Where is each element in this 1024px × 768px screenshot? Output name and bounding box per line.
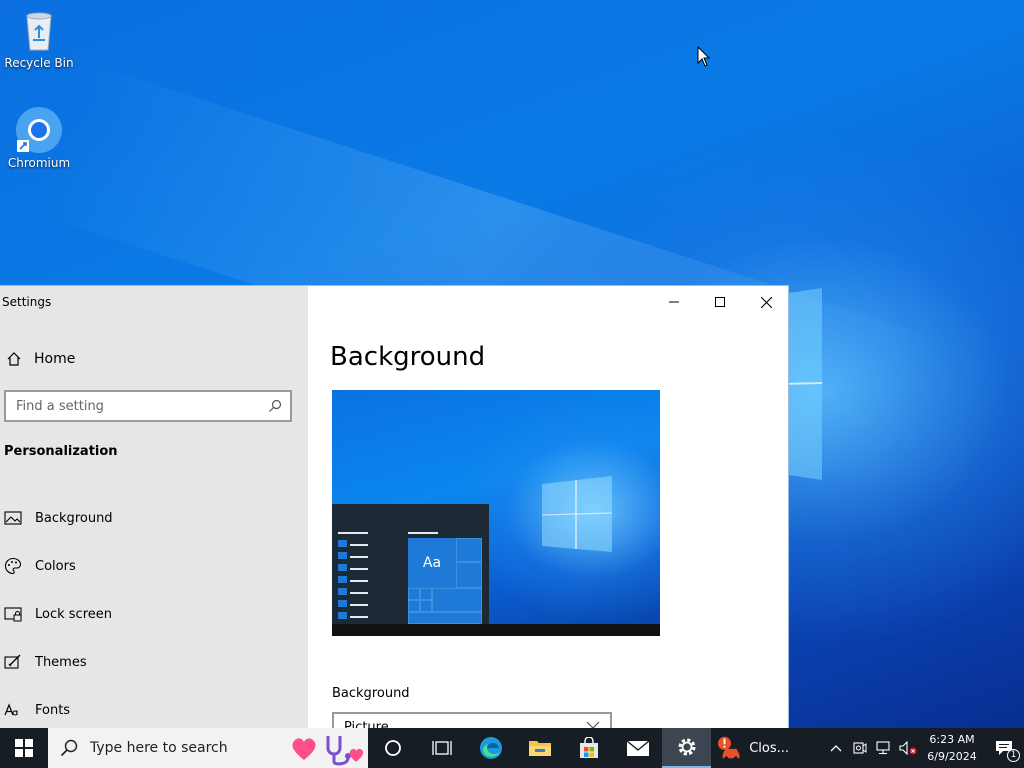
speaker-muted-icon	[899, 741, 917, 755]
maximize-icon	[715, 297, 725, 307]
task-view-icon	[431, 741, 452, 755]
taskbar-app-label: Clos...	[749, 740, 789, 756]
minimize-icon	[669, 301, 679, 303]
settings-sidebar: Settings Home Personalization Background	[0, 286, 308, 728]
mail-button[interactable]	[613, 728, 662, 768]
task-view-button[interactable]	[417, 728, 466, 768]
start-button[interactable]	[0, 728, 48, 768]
desktop-icon-label: Recycle Bin	[4, 56, 74, 70]
picture-icon	[3, 508, 23, 528]
cortana-button[interactable]	[368, 728, 417, 768]
background-preview: Aa	[332, 390, 660, 636]
search-icon	[60, 739, 78, 757]
preview-tile: Aa	[408, 538, 456, 588]
search-highlight-art-icon	[292, 736, 364, 766]
nav-item-fonts[interactable]: Fonts	[0, 686, 308, 728]
file-explorer-button[interactable]	[515, 728, 564, 768]
dropdown-value: Picture	[344, 720, 389, 728]
find-setting-input[interactable]	[16, 398, 256, 414]
cortana-circle-icon	[384, 740, 401, 756]
clock-time: 6:23 AM	[929, 733, 975, 746]
action-center-button[interactable]: 1	[984, 728, 1024, 768]
taskbar-clock[interactable]: 6:23 AM 6/9/2024	[920, 731, 984, 765]
nav-item-background[interactable]: Background	[0, 494, 308, 542]
system-tray: 6:23 AM 6/9/2024 1	[824, 728, 1024, 768]
camera-icon	[853, 742, 867, 754]
nav-item-label: Lock screen	[35, 606, 112, 622]
section-title: Personalization	[4, 444, 118, 459]
clock-date: 6/9/2024	[927, 750, 977, 763]
page-title: Background	[330, 342, 486, 372]
desktop-icon-label: Chromium	[7, 156, 71, 170]
recycle-bin-icon	[26, 12, 52, 51]
taskbar-search-placeholder: Type here to search	[90, 740, 228, 756]
nav-home-label: Home	[34, 351, 76, 367]
settings-taskbar-button[interactable]	[662, 728, 711, 768]
nav-item-lock-screen[interactable]: Lock screen	[0, 590, 308, 638]
store-button[interactable]	[564, 728, 613, 768]
settings-window: Settings Home Personalization Background	[0, 285, 789, 728]
windows-logo-preview	[542, 476, 613, 552]
windows-start-icon	[15, 739, 33, 757]
desktop-icon-recycle-bin[interactable]: Recycle Bin	[2, 6, 76, 70]
taskbar-search-box[interactable]: Type here to search	[48, 728, 368, 768]
close-app-taskbar-button[interactable]: Clos...	[711, 728, 789, 768]
gear-icon	[678, 738, 695, 756]
settings-content: Background Aa Background Picture	[308, 286, 788, 728]
minimize-button[interactable]	[651, 286, 697, 318]
window-controls	[651, 286, 788, 318]
edge-icon	[479, 737, 502, 759]
car-warning-icon	[717, 736, 740, 761]
close-button[interactable]	[743, 286, 788, 318]
chevron-up-icon	[830, 745, 842, 752]
chromium-icon	[16, 107, 62, 153]
mail-icon	[626, 740, 649, 756]
store-bag-icon	[579, 737, 598, 758]
nav-item-themes[interactable]: Themes	[0, 638, 308, 686]
edge-button[interactable]	[466, 728, 515, 768]
fonts-icon	[3, 700, 23, 720]
network-button[interactable]	[872, 728, 896, 768]
volume-button[interactable]	[896, 728, 920, 768]
preview-start-menu: Aa	[332, 504, 489, 624]
personalization-nav: Background Colors Lock screen Themes Fon…	[0, 494, 308, 728]
show-hidden-icons-button[interactable]	[824, 728, 848, 768]
lock-screen-icon	[3, 604, 23, 624]
search-icon	[269, 399, 282, 412]
maximize-button[interactable]	[697, 286, 743, 318]
desktop-icon-chromium[interactable]: Chromium	[2, 106, 76, 170]
mouse-pointer-icon	[697, 46, 711, 67]
nav-home[interactable]: Home	[0, 344, 308, 374]
home-icon	[4, 349, 24, 369]
taskbar: Type here to search Clos... 6:23 AM 6/9/…	[0, 728, 1024, 768]
nav-item-label: Colors	[35, 558, 76, 574]
nav-item-label: Fonts	[35, 702, 71, 718]
window-title: Settings	[2, 295, 52, 309]
chevron-down-icon	[586, 721, 600, 728]
background-field-label: Background	[332, 686, 410, 701]
nav-item-label: Background	[35, 510, 113, 526]
folder-icon	[528, 741, 551, 756]
palette-icon	[3, 556, 23, 576]
find-setting-box[interactable]	[4, 390, 292, 422]
meet-now-button[interactable]	[848, 728, 872, 768]
nav-item-label: Themes	[35, 654, 87, 670]
nav-item-colors[interactable]: Colors	[0, 542, 308, 590]
preview-taskbar	[332, 624, 660, 636]
close-icon	[760, 296, 772, 308]
notification-count-badge: 1	[1007, 749, 1020, 762]
background-type-dropdown[interactable]: Picture	[332, 712, 612, 728]
network-icon	[876, 741, 890, 755]
themes-icon	[3, 652, 23, 672]
